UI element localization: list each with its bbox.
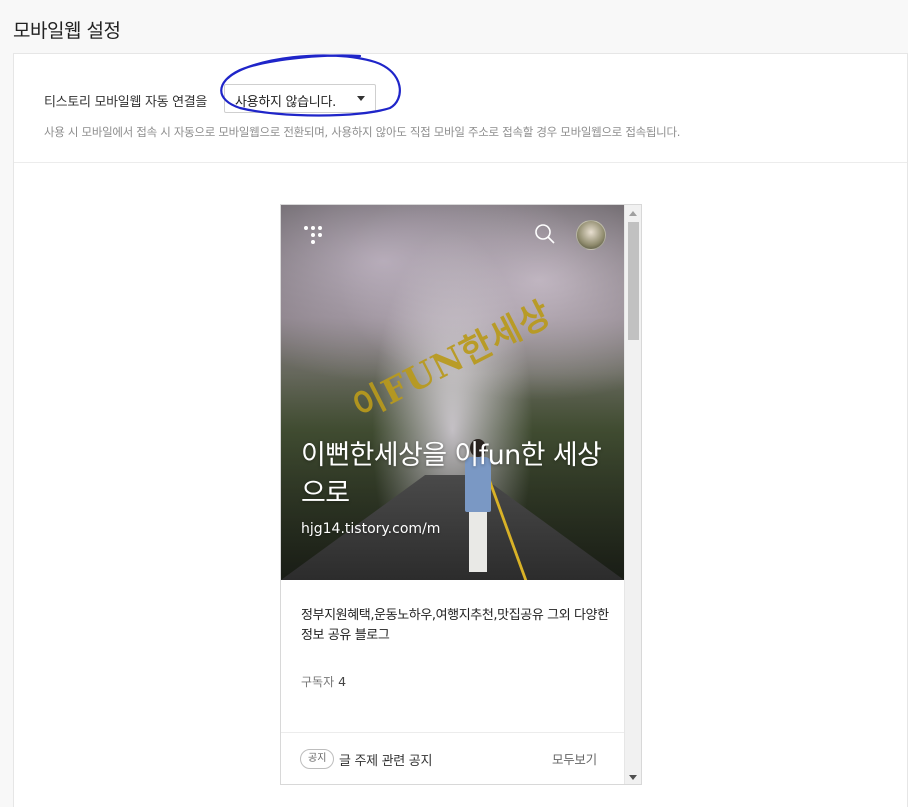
- page-title: 모바일웹 설정: [13, 20, 121, 42]
- blog-cover-image: 이FUN한세상 이뻔한세상을 이fun한 세상으로 hjg14.tistory.…: [281, 205, 624, 580]
- auto-connect-setting-row: 티스토리 모바일웹 자동 연결을 사용하지 않습니다. 사용 시 모바일에서 접…: [14, 54, 907, 163]
- notice-title[interactable]: 글 주제 관련 공지: [339, 750, 432, 769]
- scroll-up-arrow-icon[interactable]: [629, 211, 637, 216]
- view-all-link[interactable]: 모두보기: [552, 749, 597, 768]
- watermark-text: 이FUN한세상: [346, 293, 559, 428]
- blog-description: 정부지원혜택,운동노하우,여행지추천,맛집공유 그외 다양한 정보 공유 블로그: [301, 608, 609, 643]
- search-icon[interactable]: [534, 223, 556, 245]
- notice-badge: 공지: [300, 749, 335, 769]
- auto-connect-select-value: 사용하지 않습니다.: [235, 95, 336, 110]
- subscriber-label: 구독자: [301, 675, 335, 689]
- menu-dots-icon[interactable]: [303, 225, 323, 245]
- auto-connect-select[interactable]: 사용하지 않습니다.: [224, 84, 376, 113]
- blog-url[interactable]: hjg14.tistory.com/m: [301, 521, 440, 537]
- subscriber-info: 구독자 4: [301, 673, 346, 690]
- preview-scrollbar[interactable]: [624, 205, 641, 784]
- caret-down-icon: [357, 96, 365, 101]
- profile-avatar[interactable]: [576, 220, 606, 250]
- blog-title: 이뻔한세상을 이fun한 세상으로: [301, 440, 602, 509]
- mobile-preview-frame: 이FUN한세상 이뻔한세상을 이fun한 세상으로 hjg14.tistory.…: [280, 204, 642, 785]
- auto-connect-helper-text: 사용 시 모바일에서 접속 시 자동으로 모바일웹으로 전환되며, 사용하지 않…: [44, 125, 681, 139]
- preview-header: [281, 205, 624, 265]
- scroll-down-arrow-icon[interactable]: [629, 775, 637, 780]
- section-divider: [281, 732, 624, 733]
- subscriber-count: 4: [338, 674, 347, 689]
- settings-panel: 티스토리 모바일웹 자동 연결을 사용하지 않습니다. 사용 시 모바일에서 접…: [13, 53, 908, 807]
- scrollbar-thumb[interactable]: [628, 222, 639, 340]
- auto-connect-label: 티스토리 모바일웹 자동 연결을: [44, 95, 208, 110]
